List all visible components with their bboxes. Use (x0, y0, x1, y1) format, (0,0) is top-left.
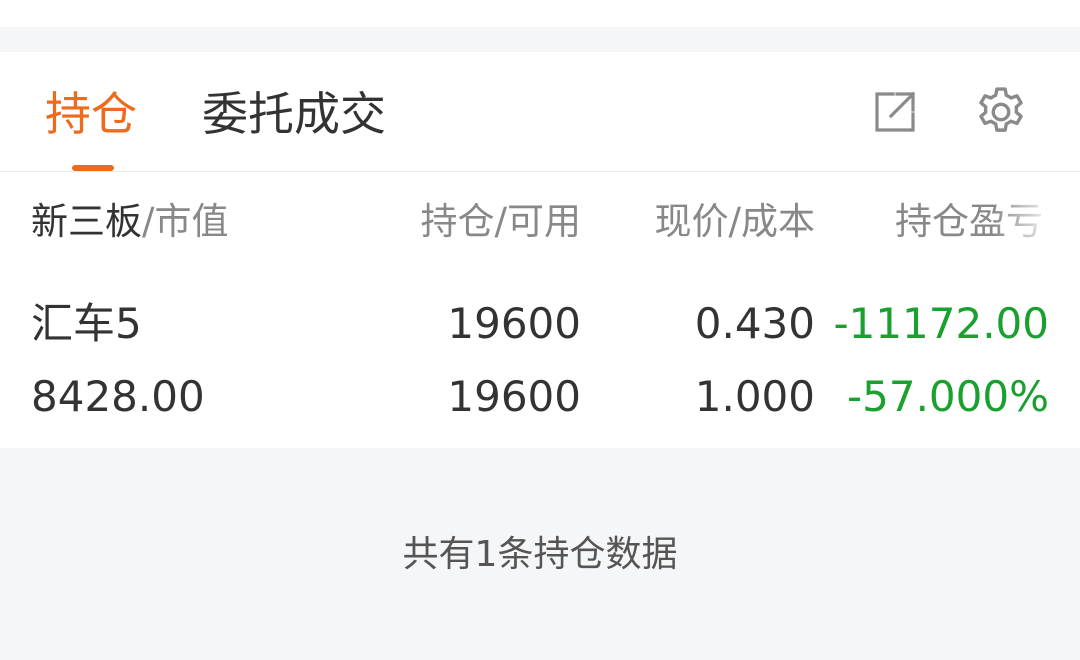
holding-qty: 19600 (447, 299, 581, 348)
pl-amount: -11172.00 (833, 299, 1049, 348)
market-value: 8428.00 (31, 372, 205, 421)
available-qty: 19600 (447, 372, 581, 421)
external-link-icon (875, 91, 916, 132)
tab-orders-trades[interactable]: 委托成交 (202, 84, 386, 144)
tab-orders-trades-label: 委托成交 (202, 87, 386, 141)
header-position-pl: 持仓盈亏 (895, 200, 1043, 243)
cost-price: 1.000 (694, 372, 815, 421)
tab-positions-label: 持仓 (45, 87, 137, 141)
top-strip (0, 0, 1080, 27)
current-price: 0.430 (694, 299, 815, 348)
header-holding-available: 持仓/可用 (420, 200, 581, 243)
table-row[interactable]: 汇车5 19600 0.430 -11172.00 8428.00 19600 … (0, 290, 1080, 440)
stock-name: 汇车5 (31, 299, 142, 348)
pl-percent: -57.000% (846, 372, 1049, 421)
external-link-button[interactable] (865, 84, 925, 140)
header-price-cost: 现价/成本 (654, 200, 815, 243)
gear-icon (979, 87, 1023, 132)
positions-summary: 共有1条持仓数据 (402, 534, 678, 575)
header-board: 新三板 (31, 200, 142, 243)
header-board-market-value: 新三板/市值 (31, 200, 228, 244)
header-market-value: /市值 (142, 200, 229, 243)
tab-divider (0, 171, 1080, 172)
settings-button[interactable] (971, 84, 1031, 140)
tab-positions[interactable]: 持仓 (45, 84, 137, 144)
section-gap (0, 27, 1080, 52)
